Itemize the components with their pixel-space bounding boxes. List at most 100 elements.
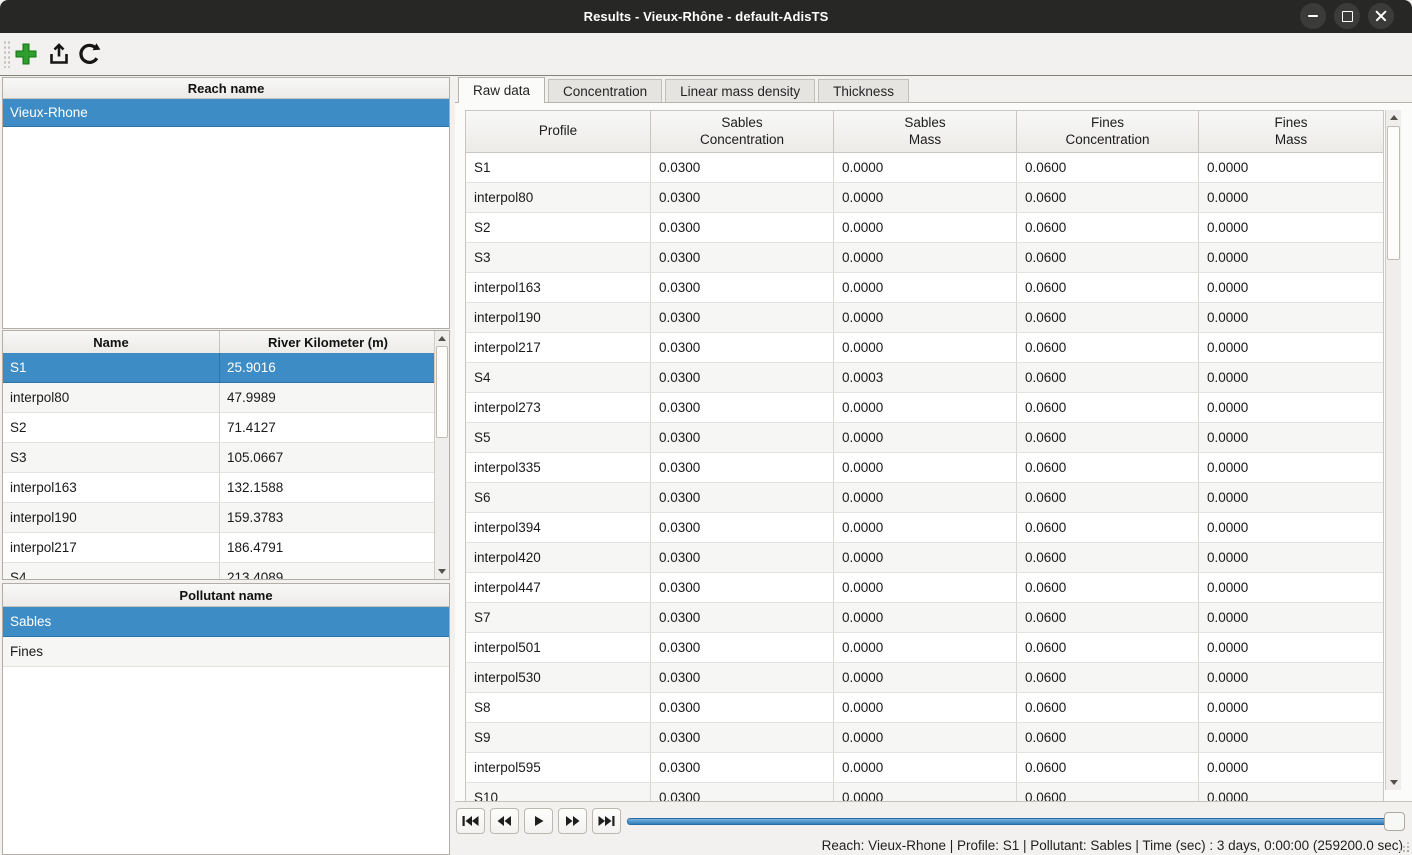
results-row-s1[interactable]: S10.03000.00000.06000.0000 bbox=[466, 153, 1383, 183]
results-row-s6[interactable]: S60.03000.00000.06000.0000 bbox=[466, 483, 1383, 513]
profile-row-interpol190[interactable]: interpol190159.3783 bbox=[3, 503, 436, 533]
close-button[interactable] bbox=[1368, 3, 1394, 29]
play-button[interactable] bbox=[524, 808, 553, 834]
time-slider-handle[interactable] bbox=[1384, 812, 1405, 831]
profile-row-s4[interactable]: S4213.4089 bbox=[3, 563, 436, 579]
results-column-header-profile[interactable]: Profile bbox=[466, 111, 651, 152]
minimize-button[interactable] bbox=[1300, 3, 1326, 29]
scroll-down-arrow[interactable] bbox=[435, 564, 449, 579]
results-cell: 0.0300 bbox=[651, 213, 834, 242]
profile-row-interpol217[interactable]: interpol217186.4791 bbox=[3, 533, 436, 563]
go-first-button[interactable] bbox=[456, 808, 485, 834]
results-cell: 0.0600 bbox=[1017, 723, 1199, 752]
results-table-header: ProfileSables ConcentrationSables MassFi… bbox=[466, 111, 1383, 153]
results-row-interpol273[interactable]: interpol2730.03000.00000.06000.0000 bbox=[466, 393, 1383, 423]
results-row-s4[interactable]: S40.03000.00030.06000.0000 bbox=[466, 363, 1383, 393]
profile-row-interpol80[interactable]: interpol8047.9989 bbox=[3, 383, 436, 413]
column-header-name[interactable]: Name bbox=[3, 331, 220, 353]
triangle-down-icon bbox=[438, 569, 446, 574]
profile-row-s2[interactable]: S271.4127 bbox=[3, 413, 436, 443]
results-row-interpol501[interactable]: interpol5010.03000.00000.06000.0000 bbox=[466, 633, 1383, 663]
profile-row-interpol163[interactable]: interpol163132.1588 bbox=[3, 473, 436, 503]
profile-row-s3[interactable]: S3105.0667 bbox=[3, 443, 436, 473]
fast-forward-button[interactable] bbox=[558, 808, 587, 834]
results-cell: interpol335 bbox=[466, 453, 651, 482]
tab-linear-mass-density[interactable]: Linear mass density bbox=[665, 79, 815, 102]
column-header-river-kilometer[interactable]: River Kilometer (m) bbox=[220, 331, 436, 353]
profile-table-scrollbar[interactable] bbox=[434, 331, 449, 579]
results-cell: 0.0600 bbox=[1017, 513, 1199, 542]
triangle-up-icon bbox=[438, 336, 446, 341]
results-row-s9[interactable]: S90.03000.00000.06000.0000 bbox=[466, 723, 1383, 753]
results-row-interpol420[interactable]: interpol4200.03000.00000.06000.0000 bbox=[466, 543, 1383, 573]
tab-raw-data[interactable]: Raw data bbox=[458, 77, 545, 103]
results-column-header-fines-mass[interactable]: Fines Mass bbox=[1199, 111, 1383, 152]
results-cell: S4 bbox=[466, 363, 651, 392]
tab-thickness[interactable]: Thickness bbox=[818, 79, 909, 102]
results-cell: 0.0000 bbox=[1199, 513, 1383, 542]
maximize-button[interactable] bbox=[1334, 3, 1360, 29]
results-cell: S2 bbox=[466, 213, 651, 242]
go-last-icon bbox=[598, 815, 615, 827]
go-last-button[interactable] bbox=[592, 808, 621, 834]
tab-concentration[interactable]: Concentration bbox=[548, 79, 662, 102]
results-row-interpol447[interactable]: interpol4470.03000.00000.06000.0000 bbox=[466, 573, 1383, 603]
time-slider[interactable] bbox=[627, 806, 1405, 836]
results-column-header-fines-concentration[interactable]: Fines Concentration bbox=[1017, 111, 1199, 152]
results-row-s5[interactable]: S50.03000.00000.06000.0000 bbox=[466, 423, 1383, 453]
pollutant-item-fines[interactable]: Fines bbox=[3, 637, 449, 667]
rewind-button[interactable] bbox=[490, 808, 519, 834]
results-cell: 0.0000 bbox=[834, 423, 1017, 452]
results-row-interpol190[interactable]: interpol1900.03000.00000.06000.0000 bbox=[466, 303, 1383, 333]
results-row-s7[interactable]: S70.03000.00000.06000.0000 bbox=[466, 603, 1383, 633]
export-button[interactable] bbox=[46, 41, 72, 67]
toolbar-grip bbox=[3, 40, 12, 68]
pollutant-panel: Pollutant name SablesFines bbox=[2, 583, 450, 855]
results-row-interpol335[interactable]: interpol3350.03000.00000.06000.0000 bbox=[466, 453, 1383, 483]
results-row-s3[interactable]: S30.03000.00000.06000.0000 bbox=[466, 243, 1383, 273]
results-cell: 0.0600 bbox=[1017, 423, 1199, 452]
pollutant-item-sables[interactable]: Sables bbox=[3, 607, 449, 637]
results-cell: 0.0000 bbox=[1199, 663, 1383, 692]
results-cell: 0.0600 bbox=[1017, 183, 1199, 212]
results-cell: 0.0300 bbox=[651, 723, 834, 752]
results-cell: 0.0600 bbox=[1017, 603, 1199, 632]
reach-item-vieux-rhone[interactable]: Vieux-Rhone bbox=[3, 99, 449, 127]
scrollbar-thumb[interactable] bbox=[436, 346, 448, 438]
maximize-icon bbox=[1342, 11, 1353, 22]
results-row-interpol217[interactable]: interpol2170.03000.00000.06000.0000 bbox=[466, 333, 1383, 363]
results-row-interpol595[interactable]: interpol5950.03000.00000.06000.0000 bbox=[466, 753, 1383, 783]
results-cell: 0.0000 bbox=[834, 543, 1017, 572]
results-column-header-sables-concentration[interactable]: Sables Concentration bbox=[651, 111, 834, 152]
results-row-interpol163[interactable]: interpol1630.03000.00000.06000.0000 bbox=[466, 273, 1383, 303]
playback-controls bbox=[455, 806, 1412, 836]
profile-row-s1[interactable]: S125.9016 bbox=[3, 353, 436, 383]
results-cell: 0.0000 bbox=[1199, 153, 1383, 182]
title-bar: Results - Vieux-Rhône - default-AdisTS bbox=[0, 0, 1412, 33]
scrollbar-thumb[interactable] bbox=[1387, 126, 1400, 260]
results-row-s2[interactable]: S20.03000.00000.06000.0000 bbox=[466, 213, 1383, 243]
results-cell: 0.0300 bbox=[651, 783, 834, 801]
results-table-scrollbar[interactable] bbox=[1385, 110, 1401, 790]
results-cell: 0.0000 bbox=[1199, 543, 1383, 572]
results-cell: 0.0600 bbox=[1017, 753, 1199, 782]
results-row-s8[interactable]: S80.03000.00000.06000.0000 bbox=[466, 693, 1383, 723]
rewind-icon bbox=[496, 815, 513, 827]
results-cell: 0.0600 bbox=[1017, 483, 1199, 512]
scroll-down-arrow[interactable] bbox=[1386, 775, 1401, 790]
results-row-interpol530[interactable]: interpol5300.03000.00000.06000.0000 bbox=[466, 663, 1383, 693]
time-slider-track[interactable] bbox=[627, 818, 1405, 825]
resize-grip[interactable] bbox=[1397, 840, 1409, 852]
results-row-s10[interactable]: S100.03000.00000.06000.0000 bbox=[466, 783, 1383, 801]
refresh-button[interactable] bbox=[76, 41, 102, 67]
results-row-interpol80[interactable]: interpol800.03000.00000.06000.0000 bbox=[466, 183, 1383, 213]
add-button[interactable] bbox=[13, 41, 39, 67]
scroll-up-arrow[interactable] bbox=[435, 331, 449, 346]
results-cell: 0.0300 bbox=[651, 333, 834, 362]
results-row-interpol394[interactable]: interpol3940.03000.00000.06000.0000 bbox=[466, 513, 1383, 543]
results-column-header-sables-mass[interactable]: Sables Mass bbox=[834, 111, 1017, 152]
scroll-up-arrow[interactable] bbox=[1386, 110, 1401, 125]
reach-panel-header: Reach name bbox=[3, 78, 449, 99]
results-cell: S9 bbox=[466, 723, 651, 752]
results-cell: S10 bbox=[466, 783, 651, 801]
